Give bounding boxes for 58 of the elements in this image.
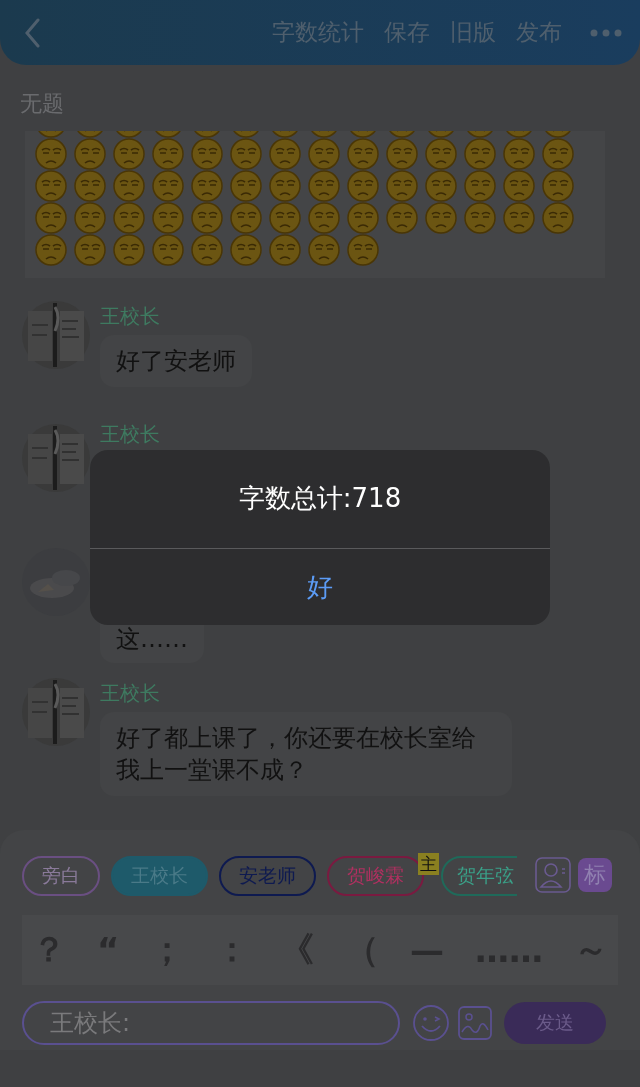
unamused-face-icon — [230, 170, 262, 202]
character-chip[interactable]: 贺年弦 — [441, 856, 517, 896]
contact-icon[interactable] — [535, 857, 571, 893]
punctuation-key[interactable]: “ — [94, 930, 122, 970]
unamused-face-icon — [35, 234, 67, 266]
sender-name: 王校长 — [100, 424, 160, 444]
unamused-face-icon — [308, 234, 340, 266]
unamused-face-icon — [425, 202, 457, 234]
unamused-face-icon — [35, 202, 67, 234]
unamused-face-icon — [191, 202, 223, 234]
unamused-face-icon — [464, 202, 496, 234]
unamused-face-icon — [35, 170, 67, 202]
unamused-face-icon — [308, 202, 340, 234]
unamused-face-icon — [113, 234, 145, 266]
unamused-face-icon — [542, 170, 574, 202]
unamused-face-icon — [74, 234, 106, 266]
dialog-message: 字数总计:718 — [237, 482, 403, 515]
unamused-face-icon — [503, 202, 535, 234]
unamused-face-icon — [230, 234, 262, 266]
emoji-icon[interactable] — [412, 1004, 450, 1042]
sender-name: 王校长 — [100, 303, 160, 330]
unamused-face-icon — [347, 170, 379, 202]
unamused-face-icon — [269, 170, 301, 202]
unamused-face-icon — [74, 202, 106, 234]
unamused-face-icon — [74, 170, 106, 202]
sender-name: 王校长 — [100, 680, 160, 707]
role-badge: 主 — [418, 853, 439, 875]
punctuation-key[interactable]: ； — [148, 927, 187, 973]
punctuation-key[interactable]: ？ — [30, 927, 68, 973]
punctuation-key[interactable]: ～ — [572, 927, 610, 973]
unamused-face-icon — [191, 234, 223, 266]
unamused-face-icon — [269, 202, 301, 234]
unamused-face-icon — [152, 234, 184, 266]
unamused-face-icon — [230, 202, 262, 234]
unamused-face-icon — [347, 202, 379, 234]
unamused-face-icon — [347, 234, 379, 266]
punctuation-key[interactable]: …… — [473, 930, 546, 970]
punctuation-key[interactable]: ： — [213, 927, 252, 973]
punctuation-key[interactable]: 《 — [278, 927, 317, 973]
unamused-face-icon — [152, 170, 184, 202]
more-icon[interactable] — [590, 28, 622, 37]
back-icon[interactable] — [24, 17, 42, 48]
punctuation-key[interactable]: （ — [343, 927, 382, 973]
unamused-face-icon — [386, 202, 418, 234]
punctuation-key[interactable]: — — [408, 930, 447, 970]
unamused-face-icon — [542, 202, 574, 234]
unamused-face-icon — [191, 170, 223, 202]
character-chip[interactable]: 旁白 — [22, 856, 100, 896]
unamused-face-icon — [113, 202, 145, 234]
unamused-face-icon — [503, 170, 535, 202]
unamused-face-icon — [308, 170, 340, 202]
unamused-face-icon — [464, 170, 496, 202]
unamused-face-icon — [113, 170, 145, 202]
unamused-face-icon — [152, 202, 184, 234]
unamused-face-icon — [425, 170, 457, 202]
unamused-face-icon — [386, 170, 418, 202]
image-icon[interactable] — [458, 1006, 492, 1040]
unamused-face-icon — [269, 234, 301, 266]
